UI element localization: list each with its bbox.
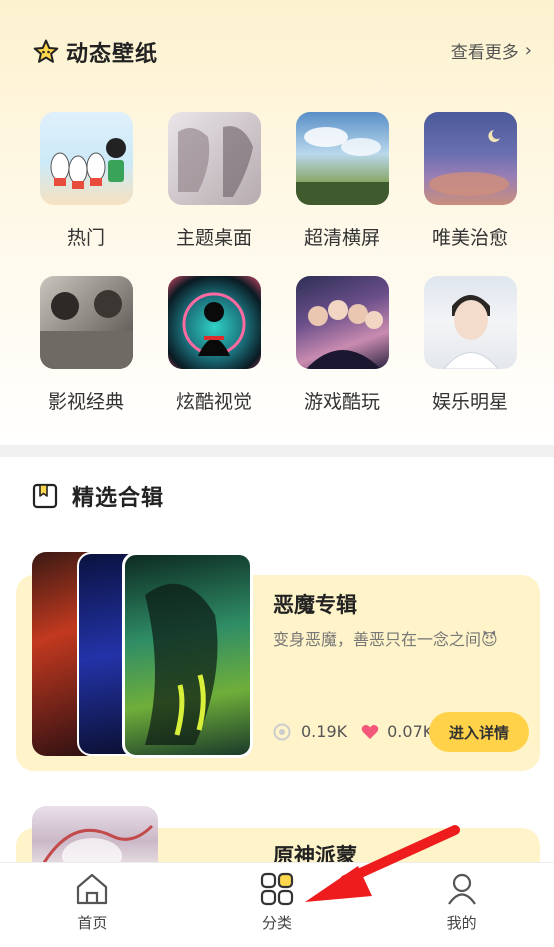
user-icon: [447, 873, 476, 905]
category-label: 娱乐明星: [431, 391, 508, 413]
tab-category[interactable]: 分类: [185, 863, 370, 947]
collection-description: 变身恶魔，善恶只在一念之间😈: [273, 626, 498, 650]
star-icon: [33, 39, 59, 63]
category-label: 炫酷视觉: [175, 391, 252, 413]
section-title: 精选合辑: [72, 486, 165, 511]
collection-stats: 0.19K 0.07K: [273, 722, 433, 741]
featured-collection-header: 精选合辑: [32, 480, 164, 512]
heart-icon: [361, 724, 379, 739]
category-thumbnail: [295, 276, 389, 369]
see-more-label: 查看更多: [450, 43, 519, 63]
tab-me[interactable]: 我的: [369, 863, 554, 947]
category-label: 游戏酷玩: [303, 391, 380, 413]
devil-emoji-icon: 😈: [481, 630, 498, 649]
category-label: 超清横屏: [303, 227, 380, 249]
category-label: 影视经典: [47, 391, 124, 413]
bookmark-icon: [32, 483, 58, 509]
home-icon: [77, 873, 108, 905]
category-aesthetic-healing[interactable]: 唯美治愈: [406, 112, 534, 250]
category-entertainment-stars[interactable]: 娱乐明星: [406, 276, 534, 414]
category-hot[interactable]: 热门: [22, 112, 150, 250]
category-label: 唯美治愈: [431, 227, 508, 249]
category-theme-desktop[interactable]: 主题桌面: [150, 112, 278, 250]
category-game-play[interactable]: 游戏酷玩: [278, 276, 406, 414]
enter-details-button[interactable]: 进入详情: [429, 712, 529, 752]
tab-label: 分类: [262, 914, 293, 932]
category-label: 主题桌面: [175, 227, 252, 249]
tab-label: 首页: [77, 914, 108, 932]
tab-label: 我的: [446, 914, 477, 932]
section-title: 动态壁纸: [66, 42, 159, 67]
category-ultra-hd-landscape[interactable]: 超清横屏: [278, 112, 406, 250]
bottom-tab-bar: 首页 分类 我的: [0, 862, 554, 947]
category-thumbnail: [167, 276, 261, 369]
category-grid: 热门 主题桌面 超清横屏 唯美治愈 影视经典 炫酷视觉 游戏酷玩 娱乐明星: [22, 112, 534, 414]
category-thumbnail: [423, 112, 517, 205]
category-grid-icon: [260, 872, 294, 906]
category-thumbnail: [295, 112, 389, 205]
like-count: 0.07K: [387, 722, 434, 741]
view-count: 0.19K: [301, 722, 348, 741]
collection-cover-image: [122, 552, 253, 758]
see-more-link[interactable]: 查看更多 ›: [451, 38, 532, 63]
collection-title: 恶魔专辑: [273, 589, 357, 619]
chevron-right-icon: ›: [524, 40, 532, 61]
section-divider: [0, 445, 554, 457]
category-thumbnail: [39, 112, 133, 205]
category-thumbnail: [39, 276, 133, 369]
category-thumbnail: [423, 276, 517, 369]
collection-title-text: 恶魔专辑: [273, 593, 357, 617]
view-count-icon: [273, 723, 291, 740]
category-label: 热门: [66, 227, 105, 249]
category-cool-visuals[interactable]: 炫酷视觉: [150, 276, 278, 414]
category-film-classics[interactable]: 影视经典: [22, 276, 150, 414]
category-thumbnail: [167, 112, 261, 205]
tab-home[interactable]: 首页: [0, 863, 185, 947]
collection-description-text: 变身恶魔，善恶只在一念之间: [273, 630, 482, 649]
dynamic-wallpaper-header: 动态壁纸 查看更多 ›: [32, 34, 532, 70]
